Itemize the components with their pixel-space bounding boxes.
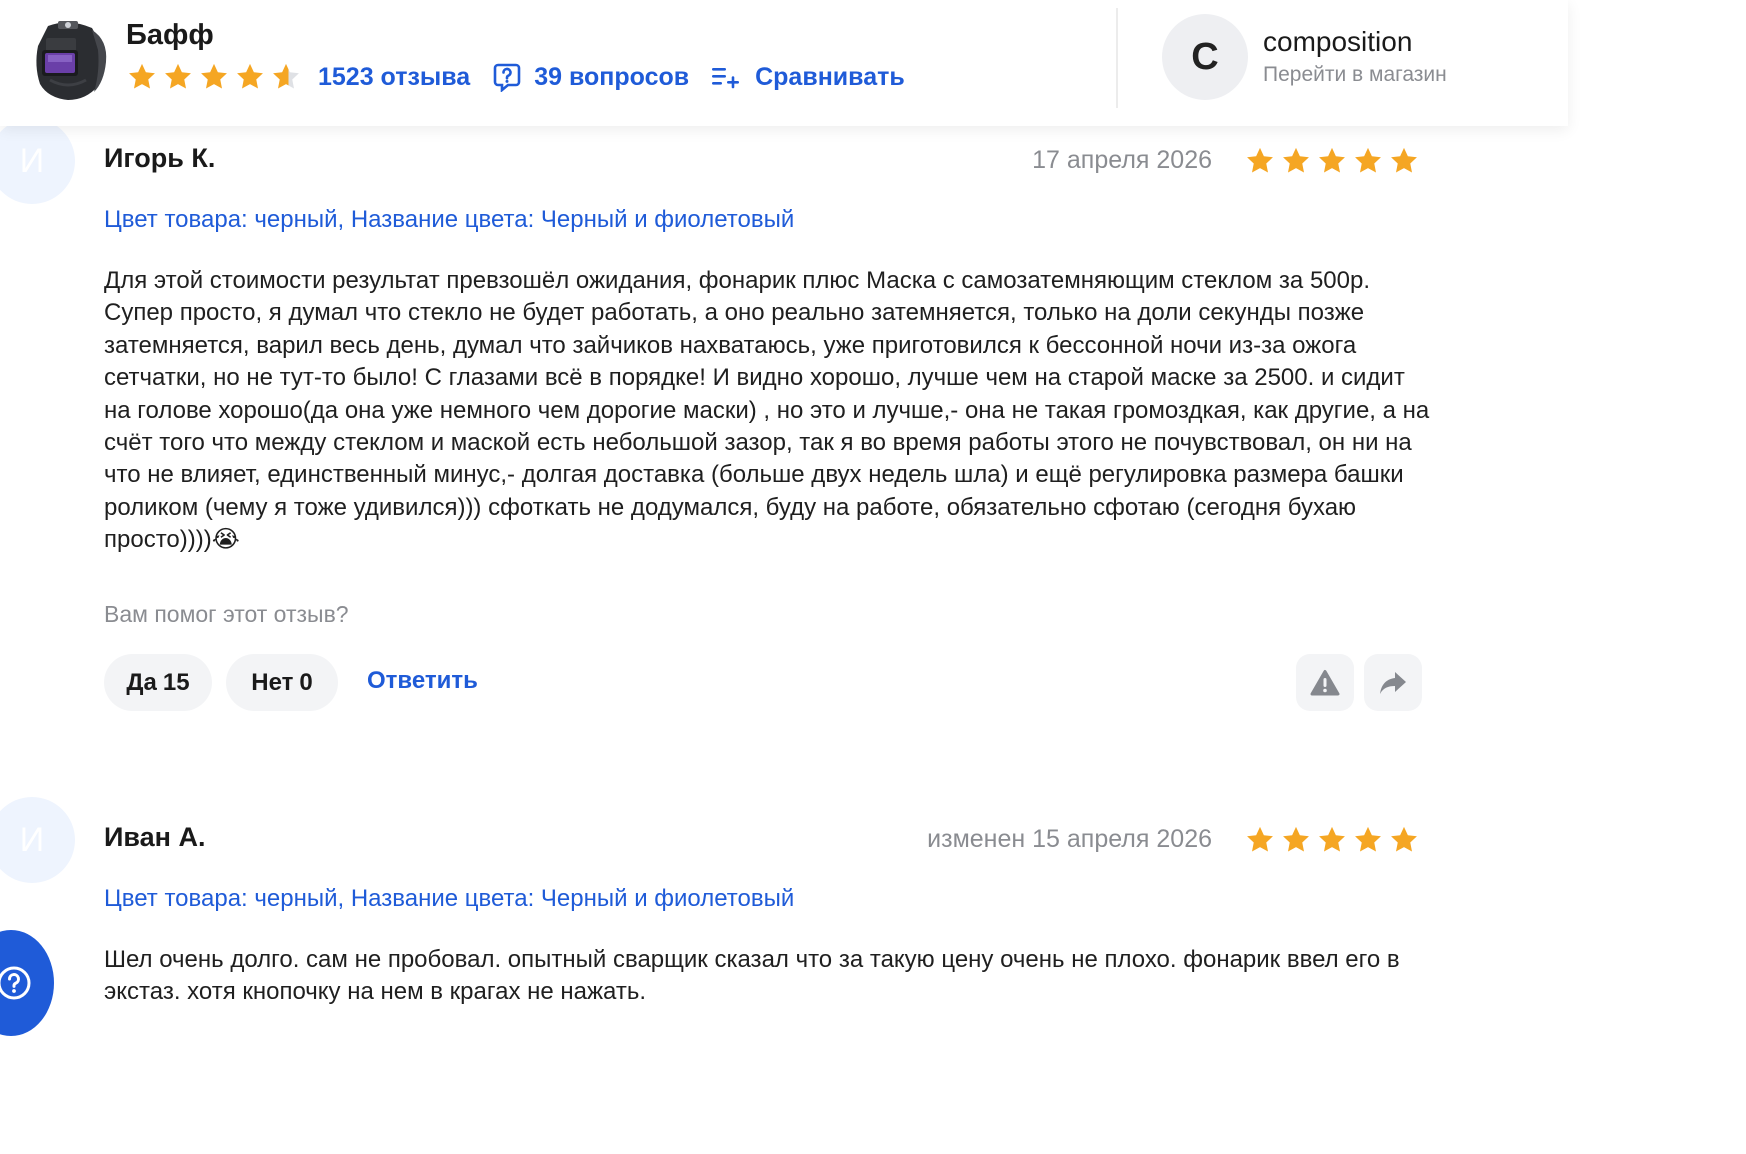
reviews-count-link[interactable]: 1523 отзыва (318, 63, 470, 92)
reviewer-name: Игорь К. (104, 143, 216, 173)
review-text: Для этой стоимости результат превзошёл о… (104, 267, 1430, 554)
reviewer-name: Иван А. (104, 822, 206, 852)
star-icon (1319, 826, 1345, 852)
share-arrow-icon (1380, 671, 1406, 694)
star-icon (1355, 147, 1381, 173)
star-icon (1283, 147, 1309, 173)
star-icon (1391, 147, 1417, 173)
product-variant-link[interactable]: Цвет товара: черный, Название цвета: Чер… (104, 885, 794, 913)
product-variant-link[interactable]: Цвет товара: черный, Название цвета: Чер… (104, 206, 794, 234)
header-divider (1116, 8, 1118, 108)
helpful-no-button[interactable]: Нет 0 (226, 654, 338, 711)
star-icon (237, 63, 263, 89)
star-icon (1247, 147, 1273, 173)
help-floating-button[interactable] (0, 930, 54, 1036)
yes-count: 15 (162, 668, 190, 696)
questions-link-label: 39 вопросов (534, 62, 690, 91)
reviewer-avatar: И (0, 797, 75, 883)
warning-icon (1310, 669, 1340, 695)
compare-link-label: Сравнивать (755, 62, 905, 91)
yes-label: Да (126, 668, 157, 696)
helpful-question: Вам помог этот отзыв? (104, 601, 349, 627)
product-thumbnail[interactable] (28, 16, 110, 102)
star-icon (1247, 826, 1273, 852)
report-button[interactable] (1296, 654, 1354, 711)
star-icon (1391, 826, 1417, 852)
star-icon (129, 63, 155, 89)
helpful-yes-button[interactable]: Да 15 (104, 654, 212, 711)
review-date: 17 апреля 2026 (1032, 146, 1212, 174)
star-icon (201, 63, 227, 89)
star-icon (1355, 826, 1381, 852)
no-count: 0 (299, 668, 313, 696)
review-rating-stars (1244, 824, 1420, 856)
welding-mask-image (36, 21, 107, 101)
shop-avatar[interactable]: C (1162, 14, 1248, 100)
shop-name[interactable]: composition (1263, 26, 1412, 58)
star-icon (1283, 826, 1309, 852)
star-half-icon (273, 63, 299, 89)
review-date: изменен 15 апреля 2026 (927, 825, 1212, 853)
no-label: Нет (251, 668, 294, 696)
compare-list-icon (712, 68, 740, 89)
go-to-shop-link[interactable]: Перейти в магазин (1263, 63, 1447, 87)
reviewer-avatar: И (0, 118, 75, 204)
compare-link[interactable]: Сравнивать (711, 63, 905, 92)
question-bubble-icon (493, 63, 521, 92)
reply-button[interactable]: Ответить (367, 667, 478, 695)
help-question-icon (0, 966, 31, 1000)
review-text: Шел очень долго. сам не пробовал. опытны… (104, 946, 1400, 1006)
share-button[interactable] (1364, 654, 1422, 711)
review-rating-stars (1244, 145, 1420, 177)
questions-link[interactable]: 39 вопросов (492, 62, 689, 92)
rating-row: 1523 отзыва 39 вопросов Сравнивать (126, 58, 905, 96)
star-icon (1319, 147, 1345, 173)
star-icon (165, 63, 191, 89)
product-header: Бафф 1523 отзыва 39 вопросов Сравнивать … (0, 0, 1568, 126)
product-title: Бафф (126, 19, 214, 51)
product-rating-stars (126, 61, 302, 93)
